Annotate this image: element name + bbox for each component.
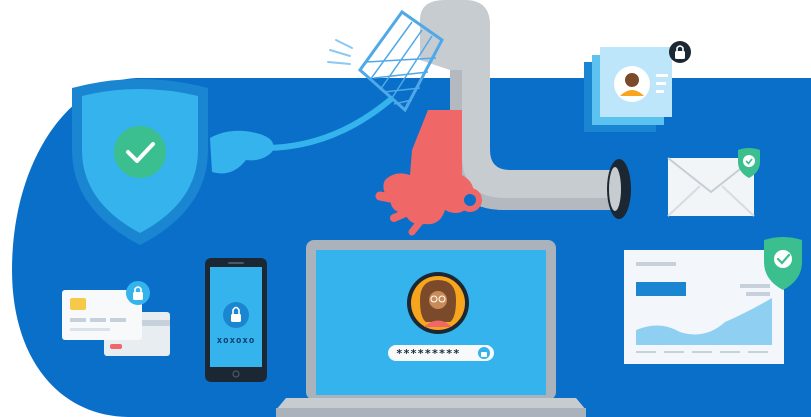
password-mask: ********* [396,347,460,360]
padlock-icon [669,41,691,63]
phone-label: xoxoxo [217,336,256,346]
shield-check-circle [114,126,166,178]
profile-card-icon [584,47,672,132]
laptop: ********* [276,240,586,417]
avatar-icon [407,272,469,334]
phone: xoxoxo [205,258,267,382]
chart-icon [624,250,784,364]
security-illustration: xoxoxo ********* [12,0,811,417]
